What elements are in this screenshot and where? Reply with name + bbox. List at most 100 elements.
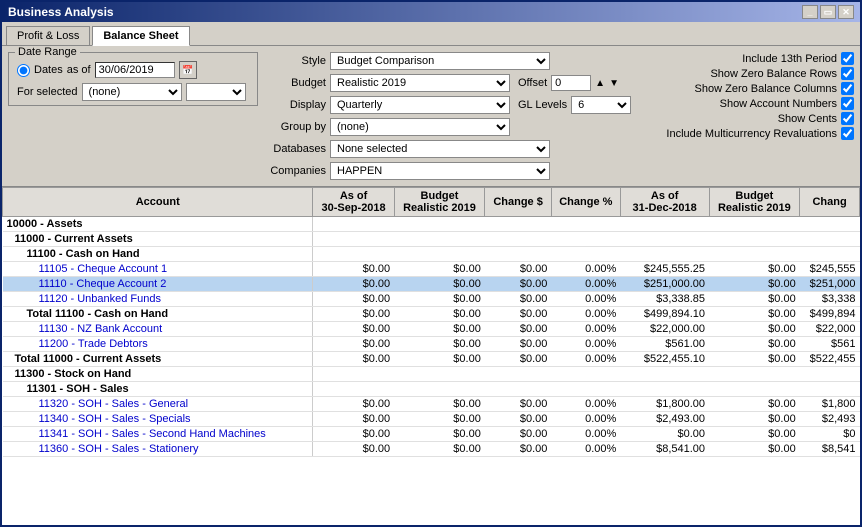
cell-value: $522,455 bbox=[800, 352, 860, 367]
tab-profit-loss[interactable]: Profit & Loss bbox=[6, 26, 90, 45]
groupby-dropdown[interactable]: (none) bbox=[330, 118, 510, 136]
table-row[interactable]: 11340 - SOH - Sales - Specials$0.00$0.00… bbox=[3, 412, 860, 427]
cell-value: $0.00 bbox=[313, 322, 394, 337]
account-link[interactable]: 11200 - Trade Debtors bbox=[39, 338, 148, 350]
table-row[interactable]: 11300 - Stock on Hand bbox=[3, 367, 860, 382]
table-row[interactable]: 10000 - Assets bbox=[3, 217, 860, 232]
cell-value bbox=[620, 217, 709, 232]
style-dropdown[interactable]: Budget Comparison bbox=[330, 52, 550, 70]
cell-value: $0.00 bbox=[485, 397, 552, 412]
offset-input[interactable] bbox=[551, 75, 591, 91]
cell-value bbox=[709, 232, 800, 247]
cell-value bbox=[620, 232, 709, 247]
for-selected-dropdown[interactable]: (none) bbox=[82, 83, 182, 101]
left-controls: Date Range Dates as of 📅 For selected (n… bbox=[8, 52, 258, 180]
account-link[interactable]: 11320 - SOH - Sales - General bbox=[39, 398, 189, 410]
cell-value: $0.00 bbox=[485, 442, 552, 457]
zero-balance-rows-checkbox[interactable] bbox=[841, 67, 854, 80]
account-link[interactable]: 11120 - Unbanked Funds bbox=[39, 293, 162, 305]
cell-value: $0.00 bbox=[709, 397, 800, 412]
account-link[interactable]: 11105 - Cheque Account 1 bbox=[39, 263, 168, 275]
zero-balance-cols-checkbox[interactable] bbox=[841, 82, 854, 95]
account-numbers-checkbox[interactable] bbox=[841, 97, 854, 110]
cell-value bbox=[551, 247, 620, 262]
account-link[interactable]: 11340 - SOH - Sales - Specials bbox=[39, 413, 191, 425]
data-table: Account As of30-Sep-2018 BudgetRealistic… bbox=[2, 187, 860, 457]
offset-up-btn[interactable]: ▲ bbox=[595, 78, 605, 89]
tab-balance-sheet[interactable]: Balance Sheet bbox=[92, 26, 189, 46]
cell-value: 0.00% bbox=[551, 397, 620, 412]
restore-button[interactable]: ▭ bbox=[820, 5, 836, 19]
table-row[interactable]: 11360 - SOH - Sales - Stationery $0.00 $0.… bbox=[3, 442, 860, 457]
cell-value: $0.00 bbox=[709, 352, 800, 367]
table-row[interactable]: 11320 - SOH - Sales - General$0.00$0.00$… bbox=[3, 397, 860, 412]
table-row[interactable]: 11105 - Cheque Account 1$0.00$0.00$0.000… bbox=[3, 262, 860, 277]
cell-value bbox=[551, 217, 620, 232]
companies-dropdown[interactable]: HAPPEN bbox=[330, 162, 550, 180]
table-row[interactable]: 11110 - Cheque Account 2$0.00$0.00$0.000… bbox=[3, 277, 860, 292]
cell-value: $22,000 bbox=[800, 322, 860, 337]
middle-controls: Style Budget Comparison Budget Realistic… bbox=[266, 52, 646, 180]
cell-value: $0.00 bbox=[394, 307, 485, 322]
table-row[interactable]: Total 11100 - Cash on Hand$0.00$0.00$0.0… bbox=[3, 307, 860, 322]
cell-value: $0.00 bbox=[709, 277, 800, 292]
cell-value: 0.00% bbox=[551, 427, 620, 442]
account-link[interactable]: 11130 - NZ Bank Account bbox=[39, 323, 163, 335]
cell-value bbox=[620, 382, 709, 397]
cell-value: $0 bbox=[800, 427, 860, 442]
table-row[interactable]: 11000 - Current Assets bbox=[3, 232, 860, 247]
account-link[interactable]: 11341 - SOH - Sales - Second Hand Machin… bbox=[39, 428, 266, 440]
companies-label: Companies bbox=[266, 165, 326, 177]
date-range-group: Date Range Dates as of 📅 For selected (n… bbox=[8, 52, 258, 106]
cell-value: $0.00 bbox=[709, 442, 800, 457]
col-budget-2019-1-header: BudgetRealistic 2019 bbox=[394, 188, 485, 217]
gl-levels-dropdown[interactable]: 6 bbox=[571, 96, 631, 114]
account-link[interactable]: 11360 - SOH - Sales - Stationery bbox=[39, 443, 199, 455]
cell-value bbox=[313, 247, 394, 262]
window-title: Business Analysis bbox=[8, 5, 114, 19]
cell-value: $522,455.10 bbox=[620, 352, 709, 367]
show-cents-checkbox[interactable] bbox=[841, 112, 854, 125]
account-name: 11301 - SOH - Sales bbox=[27, 383, 129, 395]
cell-value: $0.00 bbox=[709, 262, 800, 277]
data-table-container[interactable]: Account As of30-Sep-2018 BudgetRealistic… bbox=[2, 187, 860, 525]
table-row[interactable]: 11120 - Unbanked Funds$0.00$0.00$0.000.0… bbox=[3, 292, 860, 307]
controls-area: Date Range Dates as of 📅 For selected (n… bbox=[2, 46, 860, 187]
cell-value: $0.00 bbox=[394, 427, 485, 442]
include-13th-checkbox[interactable] bbox=[841, 52, 854, 65]
databases-dropdown[interactable]: None selected bbox=[330, 140, 550, 158]
col-asof-sep-header: As of30-Sep-2018 bbox=[313, 188, 394, 217]
table-row[interactable]: 11341 - SOH - Sales - Second Hand Machin… bbox=[3, 427, 860, 442]
dates-radio[interactable] bbox=[17, 64, 30, 77]
cell-value: $0.00 bbox=[709, 412, 800, 427]
budget-label: Budget bbox=[266, 77, 326, 89]
col-change-dollar-header: Change $ bbox=[485, 188, 552, 217]
minimize-button[interactable]: _ bbox=[802, 5, 818, 19]
account-link[interactable]: 11110 - Cheque Account 2 bbox=[39, 278, 167, 290]
for-selected-extra-dropdown[interactable] bbox=[186, 83, 246, 101]
offset-down-btn[interactable]: ▼ bbox=[609, 78, 619, 89]
date-input[interactable] bbox=[95, 62, 175, 78]
table-row[interactable]: 11200 - Trade Debtors$0.00$0.00$0.000.00… bbox=[3, 337, 860, 352]
table-row[interactable]: 11130 - NZ Bank Account$0.00$0.00$0.000.… bbox=[3, 322, 860, 337]
multicurrency-checkbox[interactable] bbox=[841, 127, 854, 140]
style-label: Style bbox=[266, 55, 326, 67]
calendar-button[interactable]: 📅 bbox=[179, 61, 197, 79]
cell-value: $2,493 bbox=[800, 412, 860, 427]
table-row[interactable]: 11301 - SOH - Sales bbox=[3, 382, 860, 397]
right-controls: Include 13th Period Show Zero Balance Ro… bbox=[654, 52, 854, 180]
close-button[interactable]: ✕ bbox=[838, 5, 854, 19]
cell-value bbox=[485, 367, 552, 382]
col-change-extra-header: Chang bbox=[800, 188, 860, 217]
budget-dropdown[interactable]: Realistic 2019 bbox=[330, 74, 510, 92]
cell-value bbox=[394, 217, 485, 232]
col-account-header: Account bbox=[3, 188, 313, 217]
cell-value: $499,894 bbox=[800, 307, 860, 322]
display-dropdown[interactable]: Quarterly bbox=[330, 96, 510, 114]
multicurrency-label: Include Multicurrency Revaluations bbox=[666, 128, 837, 140]
table-row[interactable]: Total 11000 - Current Assets$0.00$0.00$0… bbox=[3, 352, 860, 367]
cell-value: $0.00 bbox=[709, 337, 800, 352]
table-row[interactable]: 11100 - Cash on Hand bbox=[3, 247, 860, 262]
tab-bar: Profit & Loss Balance Sheet bbox=[2, 22, 860, 46]
account-name: Total 11100 - Cash on Hand bbox=[27, 308, 169, 320]
